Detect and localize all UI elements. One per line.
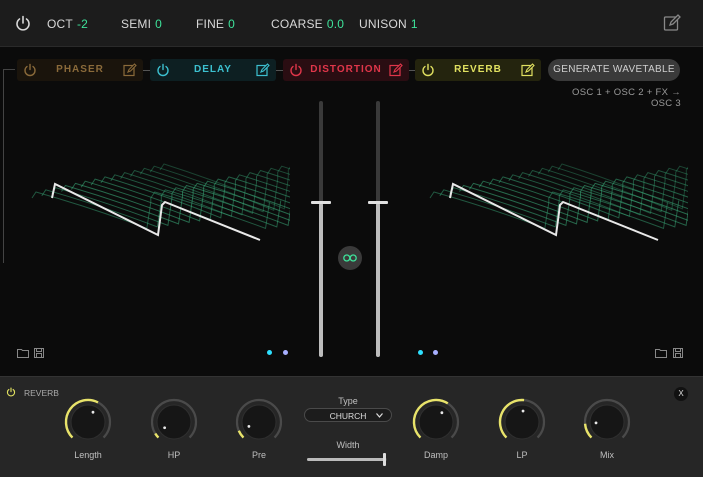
knob-indicator [91, 410, 95, 414]
knob-body [241, 404, 277, 440]
routing-text: OSC 1 + OSC 2 + FX → OSC 3 [572, 87, 681, 109]
right-fader-fill [376, 203, 380, 357]
edit-icon[interactable] [663, 14, 681, 32]
link-button[interactable] [338, 246, 362, 270]
osc-dot-active[interactable] [418, 350, 423, 355]
semi-control[interactable]: SEMI 0 [121, 17, 162, 31]
fx-delay[interactable]: DELAY [150, 59, 276, 81]
semi-label: SEMI [121, 17, 152, 31]
semi-value[interactable]: 0 [155, 17, 162, 31]
width-slider-fill [307, 458, 386, 461]
folder-icon[interactable] [655, 348, 667, 358]
generate-wavetable-button[interactable]: GENERATE WAVETABLE [548, 59, 680, 81]
fx-reverb[interactable]: REVERB [415, 59, 541, 81]
knob-indicator [163, 426, 167, 430]
fx-distortion[interactable]: DISTORTION [283, 59, 409, 81]
knob-label: Pre [251, 450, 266, 460]
phaser-edit-icon[interactable] [123, 63, 137, 77]
knob-graphic [235, 398, 283, 440]
delay-edit-icon[interactable] [256, 63, 270, 77]
left-fader-fill [319, 203, 323, 357]
oct-control[interactable]: OCT -2 [47, 17, 88, 31]
close-button[interactable]: X [674, 387, 688, 401]
width-label: Width [336, 440, 360, 450]
fx-phaser[interactable]: PHASER [17, 59, 143, 81]
knob-indicator [247, 424, 251, 428]
top-bar: OCT -2 SEMI 0 FINE 0 COARSE 0.0 UNISON 1 [0, 0, 703, 47]
knob-label: Damp [423, 450, 448, 460]
knob-value-arc [237, 430, 245, 439]
power-icon[interactable] [15, 15, 31, 31]
width-slider[interactable] [307, 453, 387, 466]
right-wavetable-display [429, 163, 688, 241]
knob-hp[interactable] [148, 396, 200, 448]
coarse-control[interactable]: COARSE 0.0 [271, 17, 344, 31]
reverb-panel-power-icon[interactable] [6, 387, 16, 397]
chain-connector [276, 70, 283, 71]
unison-value[interactable]: 1 [411, 17, 418, 31]
knob-graphic [412, 398, 460, 440]
unison-control[interactable]: UNISON 1 [359, 17, 418, 31]
knob-label: LP [516, 450, 528, 460]
save-icon[interactable] [673, 348, 683, 358]
type-label: Type [338, 396, 358, 406]
knob-damp[interactable] [410, 396, 462, 448]
knob-length[interactable] [62, 396, 114, 448]
osc-dot[interactable] [283, 350, 288, 355]
knob-value-arc [154, 432, 160, 439]
link-icon [343, 254, 357, 262]
osc-dot-active[interactable] [267, 350, 272, 355]
knob-mix[interactable] [581, 396, 633, 448]
reverb-edit-icon[interactable] [521, 63, 535, 77]
oct-value[interactable]: -2 [77, 17, 88, 31]
routing-line [3, 69, 4, 263]
knob-graphic [150, 398, 198, 440]
width-slider-thumb[interactable] [383, 453, 387, 466]
fine-control[interactable]: FINE 0 [196, 17, 235, 31]
save-icon[interactable] [34, 348, 44, 358]
knob-body [156, 404, 192, 440]
folder-icon[interactable] [17, 348, 29, 358]
fine-value[interactable]: 0 [228, 17, 235, 31]
type-value: CHURCH [329, 411, 367, 421]
knob-lp[interactable] [496, 396, 548, 448]
knob-indicator [521, 409, 525, 413]
knob-body [70, 404, 106, 440]
chain-connector [143, 70, 150, 71]
knob-pre[interactable] [233, 396, 285, 448]
coarse-value[interactable]: 0.0 [327, 17, 344, 31]
routing-line-branch [3, 69, 15, 70]
knob-graphic [498, 398, 546, 440]
knob-label: Length [74, 450, 102, 460]
effect-panel-title: REVERB [24, 388, 59, 398]
knob-label: HP [167, 450, 181, 460]
effect-panel: REVERB X Length HP Pre Damp LP Mix Type CHURC… [0, 376, 703, 477]
coarse-label: COARSE [271, 17, 323, 31]
left-wavetable-display [31, 163, 290, 241]
knob-body [504, 404, 540, 440]
knob-graphic [583, 398, 631, 440]
fine-label: FINE [196, 17, 225, 31]
knob-graphic [64, 398, 112, 440]
oct-label: OCT [47, 17, 73, 31]
knob-label: Mix [600, 450, 614, 460]
knob-body [418, 404, 454, 440]
right-fader-handle[interactable] [368, 201, 388, 205]
knob-indicator [440, 411, 444, 415]
unison-label: UNISON [359, 17, 407, 31]
distortion-edit-icon[interactable] [389, 63, 403, 77]
type-select[interactable]: CHURCH [304, 408, 392, 422]
osc-dot[interactable] [433, 350, 438, 355]
left-fader-handle[interactable] [311, 201, 331, 205]
knob-indicator [594, 421, 598, 425]
chevron-down-icon [376, 413, 383, 418]
